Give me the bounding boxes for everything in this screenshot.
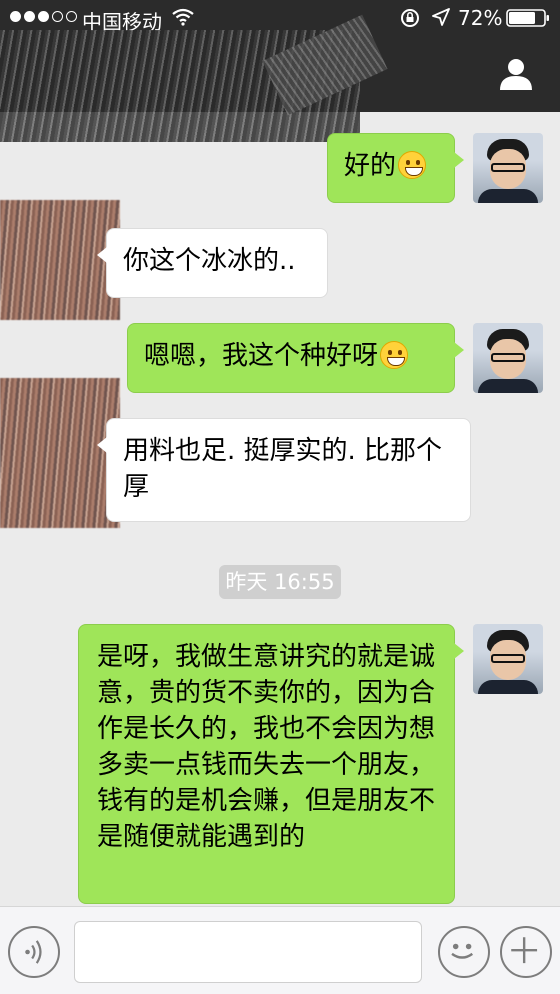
message-text: 好的 — [344, 151, 397, 181]
my-avatar[interactable] — [473, 624, 543, 694]
my-avatar[interactable] — [473, 323, 543, 393]
smiley-icon — [451, 943, 474, 959]
voice-input-button[interactable] — [8, 926, 60, 978]
message-text: 嗯嗯，我这个种好呀 — [144, 341, 379, 371]
grin-emoji-icon — [380, 341, 409, 369]
grin-emoji-icon — [398, 151, 427, 179]
message-text: 你这个冰冰的.. — [123, 246, 296, 276]
battery-percentage: 72% — [458, 6, 503, 30]
my-avatar[interactable] — [473, 133, 543, 203]
redacted-contact-avatar — [0, 378, 120, 528]
nav-bar: 中国移动 72% — [0, 0, 560, 142]
contact-profile-icon[interactable] — [498, 56, 534, 92]
message-bubble-outgoing[interactable]: 是呀，我做生意讲究的就是诚意，贵的货不卖你的，因为合作是长久的，我也不会因为想多… — [78, 624, 464, 904]
timestamp-label: 昨天 16:55 — [219, 565, 341, 599]
battery-icon — [506, 9, 549, 27]
plus-icon — [511, 937, 538, 964]
chat-input-bar — [0, 906, 560, 994]
message-bubble-outgoing[interactable]: 嗯嗯，我这个种好呀 — [127, 323, 464, 393]
voice-icon — [25, 940, 42, 964]
message-text: 用料也足. 挺厚实的. 比那个厚 — [123, 436, 443, 502]
message-bubble-incoming[interactable]: 你这个冰冰的.. — [97, 228, 328, 298]
message-input[interactable] — [74, 921, 422, 983]
message-text: 是呀，我做生意讲究的就是诚意，贵的货不卖你的，因为合作是长久的，我也不会因为想多… — [97, 642, 436, 852]
location-arrow-icon — [432, 8, 450, 26]
signal-strength-icon — [10, 11, 77, 22]
emoji-button[interactable] — [438, 926, 490, 978]
rotation-lock-icon — [401, 9, 419, 27]
message-bubble-incoming[interactable]: 用料也足. 挺厚实的. 比那个厚 — [97, 418, 471, 522]
more-options-button[interactable] — [500, 926, 552, 978]
message-bubble-outgoing[interactable]: 好的 — [327, 133, 464, 203]
wifi-icon — [172, 8, 194, 26]
